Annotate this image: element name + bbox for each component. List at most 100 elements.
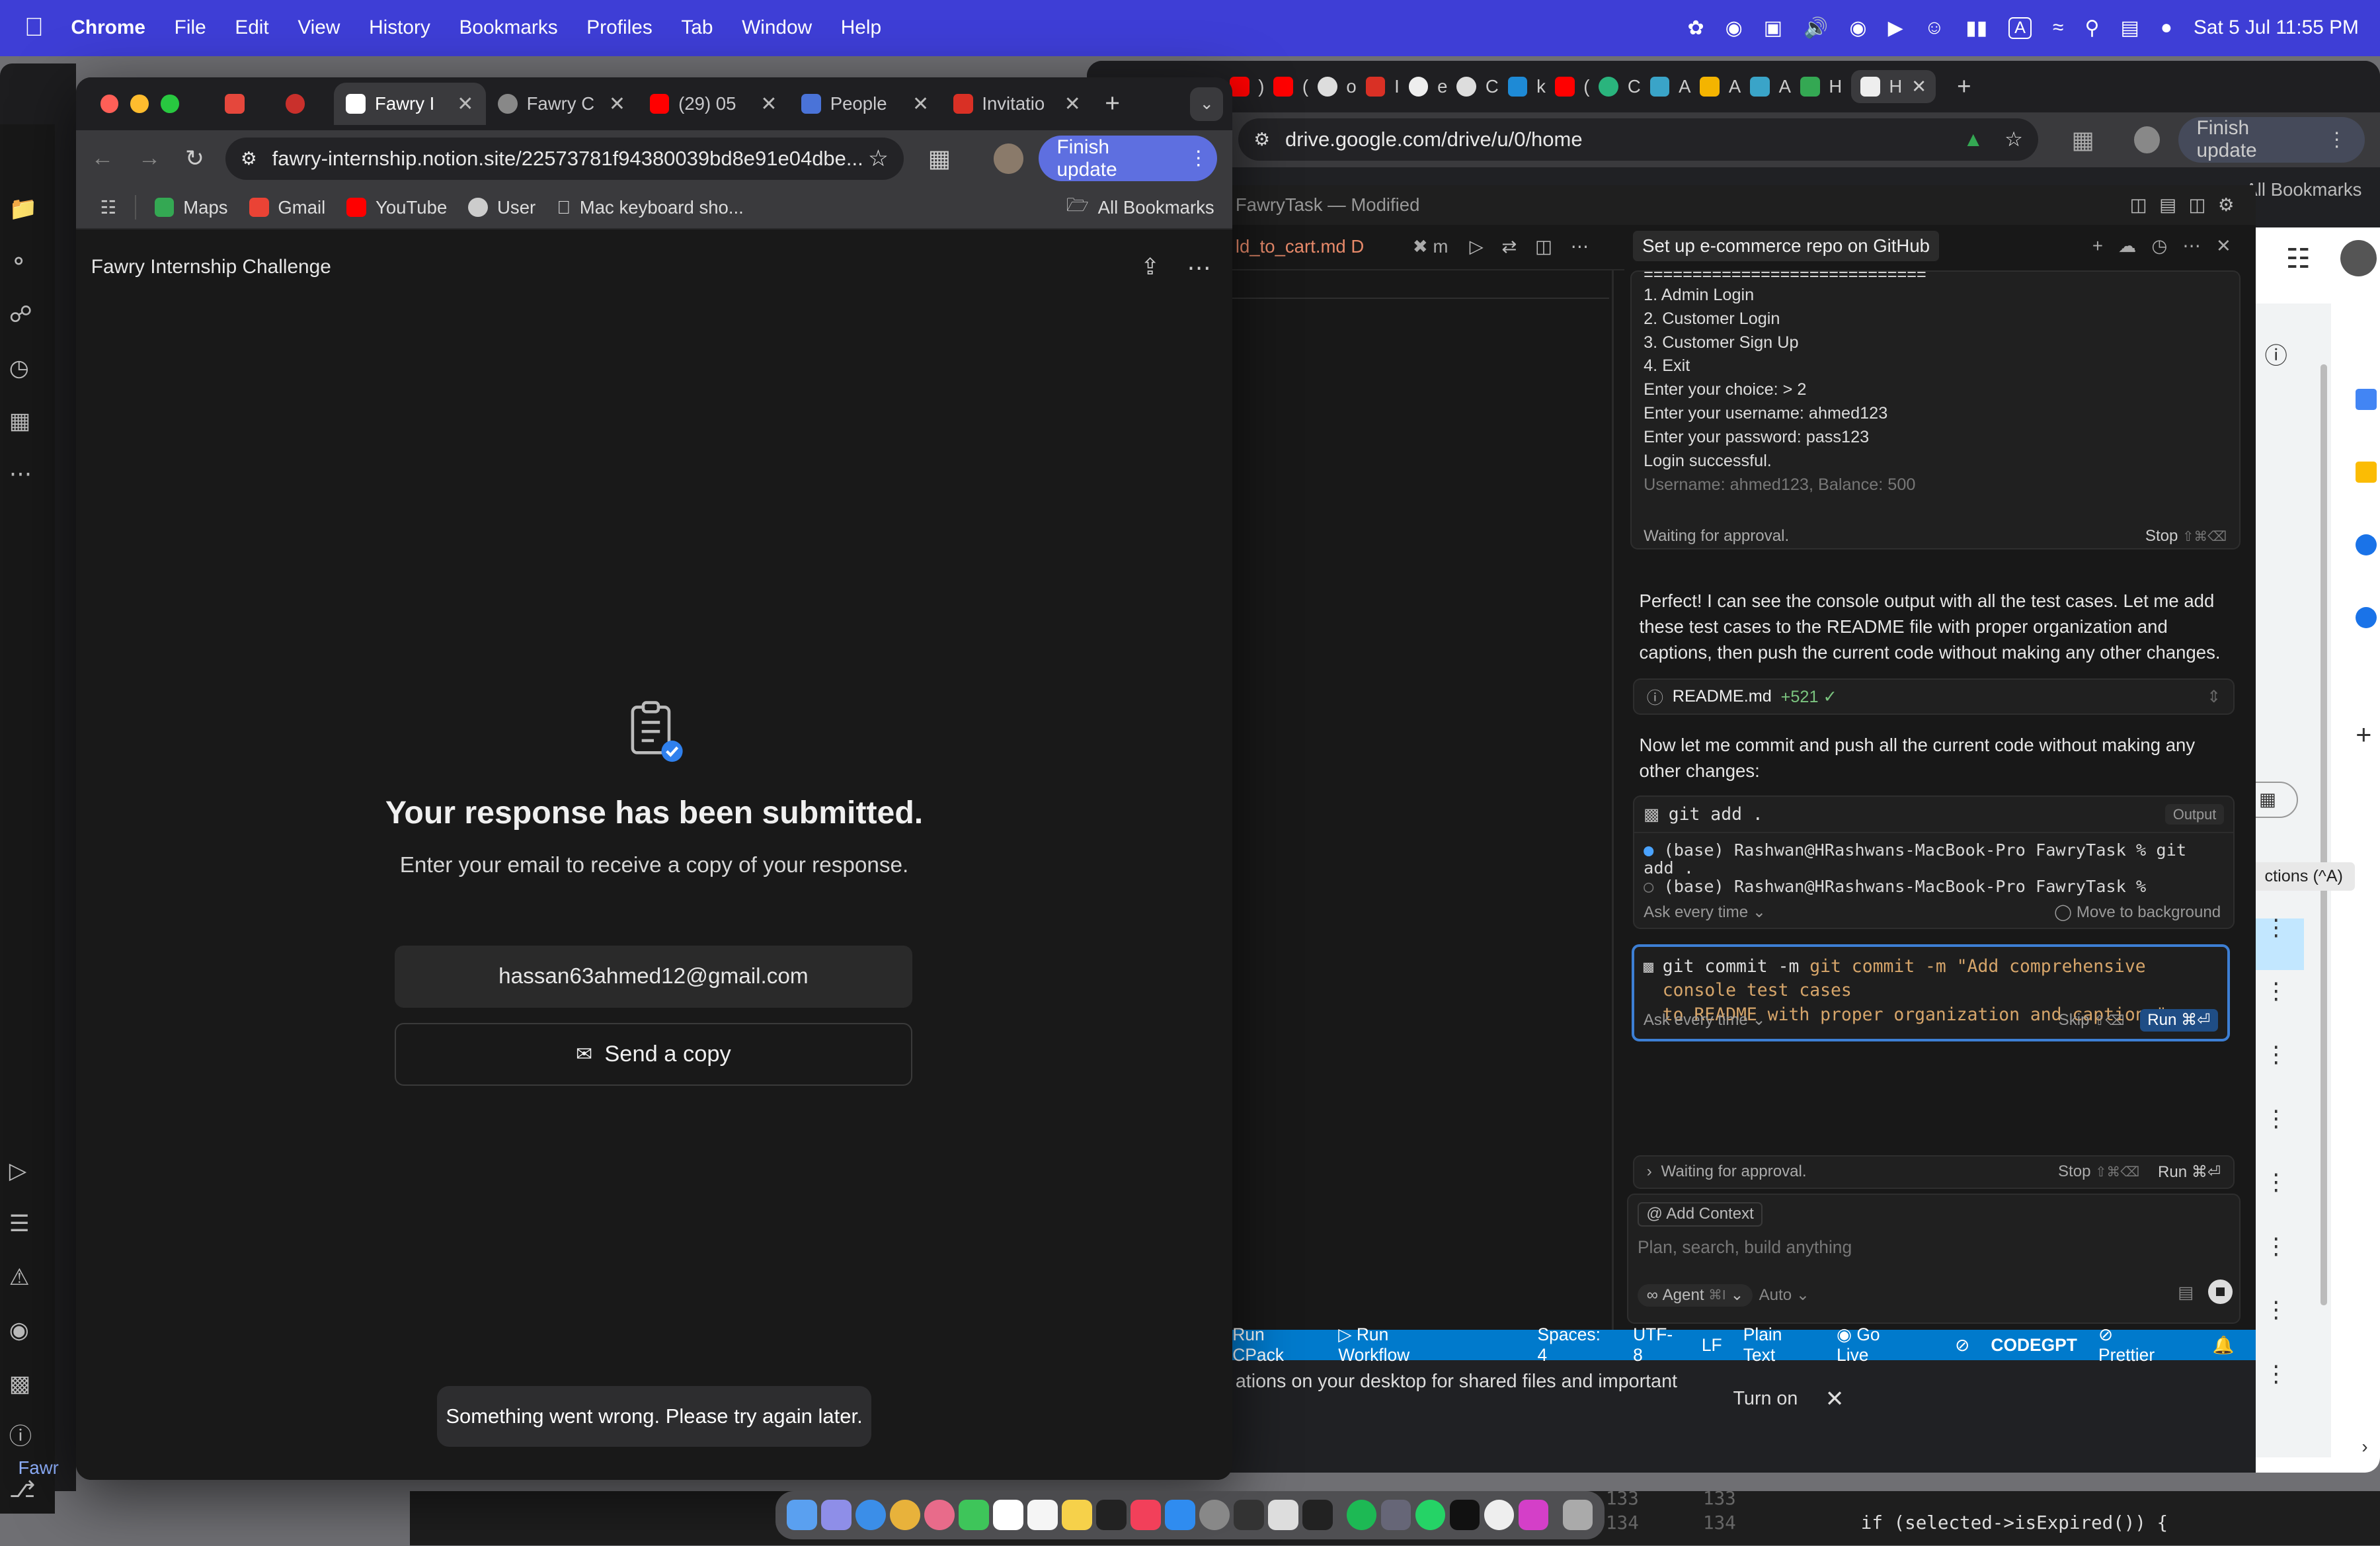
close-tab-icon[interactable]: ✕ bbox=[760, 93, 777, 116]
drive-omnibox[interactable]: ⚙ drive.google.com/drive/u/0/home ▲ ☆ bbox=[1238, 118, 2038, 161]
window-icon[interactable]: ▣ bbox=[1764, 17, 1782, 40]
warning-icon[interactable]: ⚠ bbox=[9, 1251, 36, 1304]
site-settings-icon[interactable]: ⚙ bbox=[1253, 129, 1270, 150]
status-eol[interactable]: LF bbox=[1702, 1335, 1722, 1356]
bookmark-mac-keyboard[interactable]: Mac keyboard sho... bbox=[557, 197, 743, 218]
calendar-side-icon[interactable] bbox=[2356, 388, 2377, 410]
drive-icon[interactable]: ▲ bbox=[1963, 128, 1983, 151]
status-spaces[interactable]: Spaces: 4 bbox=[1538, 1324, 1612, 1365]
browser-tab[interactable]: People ✕ bbox=[789, 83, 941, 125]
drive-tab[interactable]: A bbox=[1649, 76, 1691, 97]
more-actions-icon[interactable]: ⋯ bbox=[1571, 236, 1589, 257]
account-avatar[interactable] bbox=[2340, 239, 2377, 276]
chat-header-icons[interactable]: +☁◷⋯✕ bbox=[2092, 235, 2246, 257]
run-file-icon[interactable]: ▷ bbox=[1470, 236, 1484, 257]
menu-window[interactable]: Window bbox=[742, 17, 812, 39]
source-control-icon[interactable]: ☍ bbox=[9, 288, 38, 341]
drive-tab[interactable]: H bbox=[1800, 76, 1842, 97]
drive-tab[interactable]: C bbox=[1599, 76, 1641, 97]
spotlight-icon[interactable]: ⚲ bbox=[2085, 17, 2100, 40]
drive-tab[interactable]: I bbox=[1365, 76, 1400, 97]
drive-tab[interactable]: A bbox=[1750, 76, 1791, 97]
all-bookmarks[interactable]: 🗁 All Bookmarks bbox=[1066, 192, 1214, 223]
chrome-icon[interactable] bbox=[890, 1500, 920, 1531]
whatsapp-icon[interactable] bbox=[1415, 1500, 1446, 1531]
input-source-icon[interactable]: A bbox=[2008, 17, 2032, 39]
drive-tab[interactable]: ( bbox=[1273, 76, 1308, 97]
drive-tab[interactable]: ) bbox=[1229, 76, 1264, 97]
share-icon[interactable]: ⇪ bbox=[1140, 254, 1160, 280]
volume-icon[interactable]: 🔊 bbox=[1804, 17, 1828, 40]
ask-every-time-dropdown[interactable]: Ask every time ⌄ bbox=[1644, 903, 1766, 922]
apple-icon[interactable]:  bbox=[24, 13, 44, 42]
status-go-live[interactable]: ◉ Go Live bbox=[1837, 1324, 1934, 1365]
terminal-app-icon[interactable] bbox=[1302, 1500, 1333, 1531]
error-icon[interactable]: ⓘ bbox=[9, 1410, 36, 1463]
page-title[interactable]: Fawry Internship Challenge bbox=[91, 256, 331, 278]
readme-diff-chip[interactable]: ⓘ README.md +521 ✓ ⇕ bbox=[1633, 678, 2235, 715]
split-icon[interactable]: ◫ bbox=[1535, 236, 1552, 257]
cursor-app-icon[interactable] bbox=[1234, 1500, 1264, 1531]
back-icon[interactable]: ← bbox=[91, 145, 114, 171]
finish-update-button[interactable]: Finish update ⋮ bbox=[1038, 136, 1218, 182]
notes-icon[interactable] bbox=[1062, 1500, 1092, 1531]
drive-tab[interactable]: A bbox=[1700, 76, 1741, 97]
explorer-icon[interactable]: 📁 bbox=[9, 183, 38, 235]
row-menu-icon[interactable]: ⋮ bbox=[2264, 1342, 2287, 1406]
browser-tab[interactable] bbox=[212, 83, 273, 125]
status-language[interactable]: Plain Text bbox=[1743, 1324, 1815, 1365]
browser-tab[interactable]: (29) 05 ✕ bbox=[637, 83, 789, 125]
more-icon[interactable]: ⋯ bbox=[9, 448, 38, 501]
minimize-window-button[interactable] bbox=[130, 95, 149, 114]
move-to-background-button[interactable]: ◯ Move to background bbox=[2054, 903, 2221, 922]
menu-tab[interactable]: Tab bbox=[681, 17, 713, 39]
reminders-icon[interactable] bbox=[1027, 1500, 1058, 1531]
turn-on-button[interactable]: Turn on bbox=[1733, 1388, 1798, 1410]
row-menu-icon[interactable]: ⋮ bbox=[2264, 959, 2287, 1023]
menu-bookmarks[interactable]: Bookmarks bbox=[459, 17, 557, 39]
forward-icon[interactable]: → bbox=[138, 145, 161, 171]
status-run-workflow[interactable]: ▷ Run Workflow bbox=[1338, 1324, 1480, 1365]
chat-input[interactable]: @ Add Context Plan, search, build anythi… bbox=[1627, 1193, 2241, 1324]
bookmark-maps[interactable]: Maps bbox=[154, 197, 228, 218]
agent-mode-dropdown[interactable]: ∞ Agent ⌘I ⌄ bbox=[1637, 1284, 1753, 1307]
compare-icon[interactable]: ⇄ bbox=[1501, 236, 1517, 257]
editor-tab-m[interactable]: ✖ m bbox=[1413, 236, 1448, 257]
bookmark-star-icon[interactable]: ☆ bbox=[868, 145, 889, 172]
new-tab-button[interactable]: + bbox=[1105, 89, 1120, 118]
grammarly-icon[interactable]: ◉ bbox=[1726, 17, 1743, 40]
browser-tab[interactable]: Invitatio ✕ bbox=[941, 83, 1093, 125]
openai-icon[interactable]: ✿ bbox=[1687, 17, 1704, 40]
app-icon[interactable] bbox=[1450, 1500, 1480, 1531]
output-button[interactable]: Output bbox=[2165, 804, 2224, 825]
ask-every-time-dropdown[interactable]: Ask every time ⌄ bbox=[1644, 1010, 1766, 1030]
row-menu-icon[interactable]: ⋮ bbox=[2264, 1278, 2287, 1342]
drive-finish-update-button[interactable]: Finish update ⋮ bbox=[2178, 116, 2365, 163]
expand-icon[interactable]: ⇕ bbox=[2207, 687, 2221, 707]
collapse-panel-icon[interactable]: › bbox=[2361, 1436, 2367, 1457]
pencil-app-icon[interactable] bbox=[1268, 1500, 1298, 1531]
bookmark-star-icon[interactable]: ☆ bbox=[2004, 128, 2023, 151]
play-icon[interactable]: ▶ bbox=[1888, 17, 1903, 40]
contacts-side-icon[interactable] bbox=[2356, 607, 2377, 629]
user-icon[interactable]: ☺ bbox=[1924, 17, 1944, 39]
row-menu-icon[interactable]: ⋮ bbox=[2264, 1087, 2287, 1151]
row-menu-icon[interactable]: ⋮ bbox=[2264, 1151, 2287, 1214]
drive-all-bookmarks[interactable]: All Bookmarks bbox=[2245, 179, 2361, 200]
run-button-2[interactable]: Run ⌘⏎ bbox=[2158, 1162, 2221, 1182]
browser-tab[interactable] bbox=[273, 83, 334, 125]
add-addon-icon[interactable]: + bbox=[2356, 719, 2371, 751]
close-tab-icon[interactable]: ✕ bbox=[912, 93, 929, 116]
siri-icon[interactable]: ● bbox=[2161, 17, 2172, 39]
tv-icon[interactable] bbox=[1096, 1500, 1127, 1531]
skip-button[interactable]: Skip ⇧⌫ bbox=[2059, 1011, 2125, 1030]
expand-chevron-icon[interactable]: › bbox=[1647, 1162, 1652, 1181]
drive-tab[interactable]: o bbox=[1317, 76, 1357, 97]
facetime-icon[interactable] bbox=[959, 1500, 989, 1531]
tab-search-button[interactable]: ⌄ bbox=[1189, 87, 1224, 121]
menu-profiles[interactable]: Profiles bbox=[586, 17, 652, 39]
timeline-icon[interactable]: ◷ bbox=[9, 342, 38, 395]
settings-icon[interactable] bbox=[1199, 1500, 1230, 1531]
profile-avatar[interactable] bbox=[993, 143, 1023, 174]
row-menu-icon[interactable]: ⋮ bbox=[2264, 896, 2287, 959]
